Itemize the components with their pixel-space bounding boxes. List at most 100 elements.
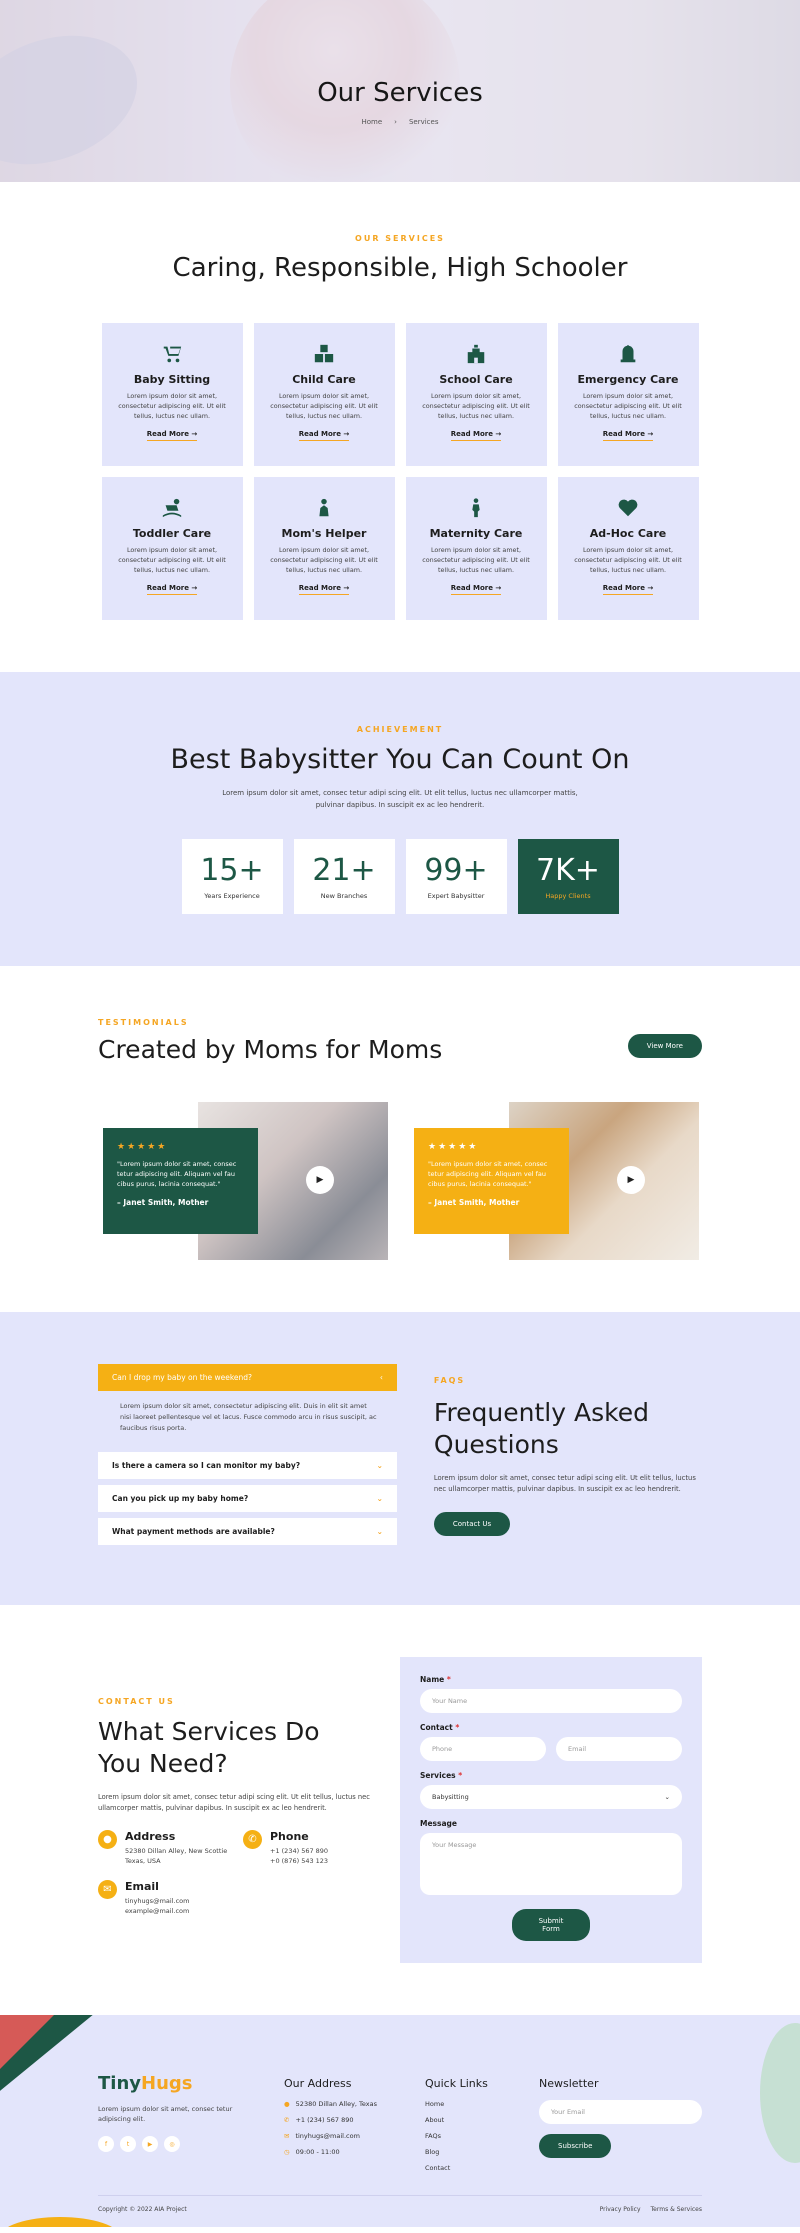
achievement-subtitle: Lorem ipsum dolor sit amet, consec tetur… [222,789,578,809]
breadcrumb-home[interactable]: Home [361,118,382,126]
faq-item[interactable]: What payment methods are available? ⌄ [98,1518,397,1545]
rating-stars-icon: ★★★★★ [428,1142,479,1152]
subscribe-button[interactable]: Subscribe [539,2134,612,2158]
facebook-icon[interactable]: f [98,2136,114,2152]
name-input[interactable]: Your Name [420,1689,682,1713]
testimonial-author: – Janet Smith, Mother [428,1198,520,1207]
faq-item[interactable]: Can you pick up my baby home? ⌄ [98,1485,397,1512]
heartbeat-icon [617,497,639,519]
contact-address: ● Address 52380 Dillan Alley, New Scottie … [98,1830,243,1866]
service-card: Child Care Lorem ipsum dolor sit amet, co… [253,323,395,466]
pregnant-icon [465,497,487,519]
youtube-icon[interactable]: ▶ [142,2136,158,2152]
read-more-link[interactable]: Read More → [602,584,654,595]
page-hero: Our Services Home › Services [0,0,800,182]
services-title: Caring, Responsible, High Schooler [172,253,628,283]
play-icon[interactable]: ▶ [306,1166,334,1194]
service-description: Lorem ipsum dolor sit amet, consectetur … [422,392,530,420]
stat-number: 7K+ [536,853,600,888]
faq-description: Lorem ipsum dolor sit amet, consec tetur… [433,1474,696,1493]
testimonial-quote-box: ★★★★★ "Lorem ipsum dolor sit amet, conse… [414,1128,569,1234]
play-icon[interactable]: ▶ [617,1166,645,1194]
contact-title: What Services Do You Need? [98,1717,320,1778]
school-icon [465,343,487,365]
faq-item[interactable]: Is there a camera so I can monitor my ba… [98,1452,397,1479]
footer: TinyHugs Lorem ipsum dolor sit amet, con… [0,2015,800,2227]
rating-stars-icon: ★★★★★ [117,1142,168,1152]
read-more-link[interactable]: Read More → [450,584,502,595]
services-select[interactable]: Babysitting ⌄ [420,1785,682,1809]
service-card: School Care Lorem ipsum dolor sit amet, c… [405,323,547,466]
service-title: Emergency Care [577,373,679,386]
read-more-link[interactable]: Read More → [602,430,654,441]
footer-address-heading: Our Address [284,2077,352,2090]
achievement-eyebrow: ACHIEVEMENT [356,725,444,734]
footer-link-contact[interactable]: Contact [425,2164,539,2172]
copyright: Copyright © 2022 AIA Project [98,2206,187,2213]
service-card: Baby Sitting Lorem ipsum dolor sit amet, … [101,323,243,466]
contact-email: ✉ Email tinyhugs@mail.com example@mail.com [98,1880,243,1916]
faq-question: Can you pick up my baby home? [112,1494,249,1503]
faq-item-open[interactable]: Can I drop my baby on the weekend? ‹ [98,1364,397,1391]
service-title: Toddler Care [132,527,212,540]
read-more-link[interactable]: Read More → [298,430,350,441]
achievement-title: Best Babysitter You Can Count On [170,744,630,775]
chevron-down-icon: ⌄ [664,1793,670,1801]
phone-input[interactable]: Phone [420,1737,546,1761]
chevron-down-icon: ⌄ [376,1461,383,1470]
contact-description: Lorem ipsum dolor sit amet, consec tetur… [98,1793,370,1812]
envelope-icon: ✉ [284,2132,290,2140]
service-card: Mom's Helper Lorem ipsum dolor sit amet, … [253,477,395,620]
stat-number: 15+ [200,853,264,888]
footer-link-about[interactable]: About [425,2116,539,2124]
contact-section: CONTACT US What Services Do You Need? Lo… [0,1605,800,2015]
view-more-button[interactable]: View More [627,1034,702,1058]
terms-link[interactable]: Terms & Services [651,2206,702,2213]
contact-us-button[interactable]: Contact Us [433,1512,511,1536]
location-pin-icon: ● [284,2100,290,2108]
testimonial-quote: "Lorem ipsum dolor sit amet, consec tetu… [428,1160,548,1188]
stat-label: Expert Babysitter [427,892,485,900]
faq-question: Can I drop my baby on the weekend? [112,1373,253,1382]
stat-card: 7K+ Happy Clients [517,839,619,914]
service-title: School Care [439,373,513,386]
service-title: Mom's Helper [281,527,367,540]
testimonials-eyebrow: TESTIMONIALS [98,1018,189,1027]
footer-logo[interactable]: TinyHugs [98,2073,284,2094]
mother-icon [313,497,335,519]
service-card: Toddler Care Lorem ipsum dolor sit amet, … [101,477,243,620]
read-more-link[interactable]: Read More → [146,584,198,595]
breadcrumb: Home › Services [361,118,439,126]
read-more-link[interactable]: Read More → [450,430,502,441]
footer-link-faqs[interactable]: FAQs [425,2132,539,2140]
services-grid: Baby Sitting Lorem ipsum dolor sit amet, … [0,323,800,620]
footer-description: Lorem ipsum dolor sit amet, consec tetur… [98,2105,233,2123]
service-description: Lorem ipsum dolor sit amet, consectetur … [270,546,378,574]
twitter-icon[interactable]: t [120,2136,136,2152]
message-textarea[interactable]: Your Message [420,1833,682,1895]
instagram-icon[interactable]: ◎ [164,2136,180,2152]
service-description: Lorem ipsum dolor sit amet, consectetur … [118,546,226,574]
testimonial-quote: "Lorem ipsum dolor sit amet, consec tetu… [117,1160,237,1188]
submit-form-button[interactable]: Submit Form [512,1909,590,1941]
service-description: Lorem ipsum dolor sit amet, consectetur … [574,392,682,420]
faq-eyebrow: FAQS [433,1376,466,1385]
envelope-icon: ✉ [98,1880,117,1899]
footer-link-home[interactable]: Home [425,2100,539,2108]
footer-link-blog[interactable]: Blog [425,2148,539,2156]
stroller-icon [161,343,183,365]
service-description: Lorem ipsum dolor sit amet, consectetur … [422,546,530,574]
read-more-link[interactable]: Read More → [298,584,350,595]
newsletter-email-input[interactable]: Your Email [539,2100,702,2124]
privacy-policy-link[interactable]: Privacy Policy [600,2206,641,2213]
faq-accordion: Can I drop my baby on the weekend? ‹ Lore… [98,1364,397,1545]
service-card: Ad-Hoc Care Lorem ipsum dolor sit amet, c… [557,477,699,620]
stats-row: 15+ Years Experience 21+ New Branches 99+ E… [0,839,800,914]
service-card: Maternity Care Lorem ipsum dolor sit amet… [405,477,547,620]
services-section: OUR SERVICES Caring, Responsible, High S… [0,182,800,672]
read-more-link[interactable]: Read More → [146,430,198,441]
chevron-up-icon: ‹ [379,1373,383,1382]
email-input[interactable]: Email [556,1737,682,1761]
phone-icon: ✆ [243,1830,262,1849]
emergency-icon [617,343,639,365]
